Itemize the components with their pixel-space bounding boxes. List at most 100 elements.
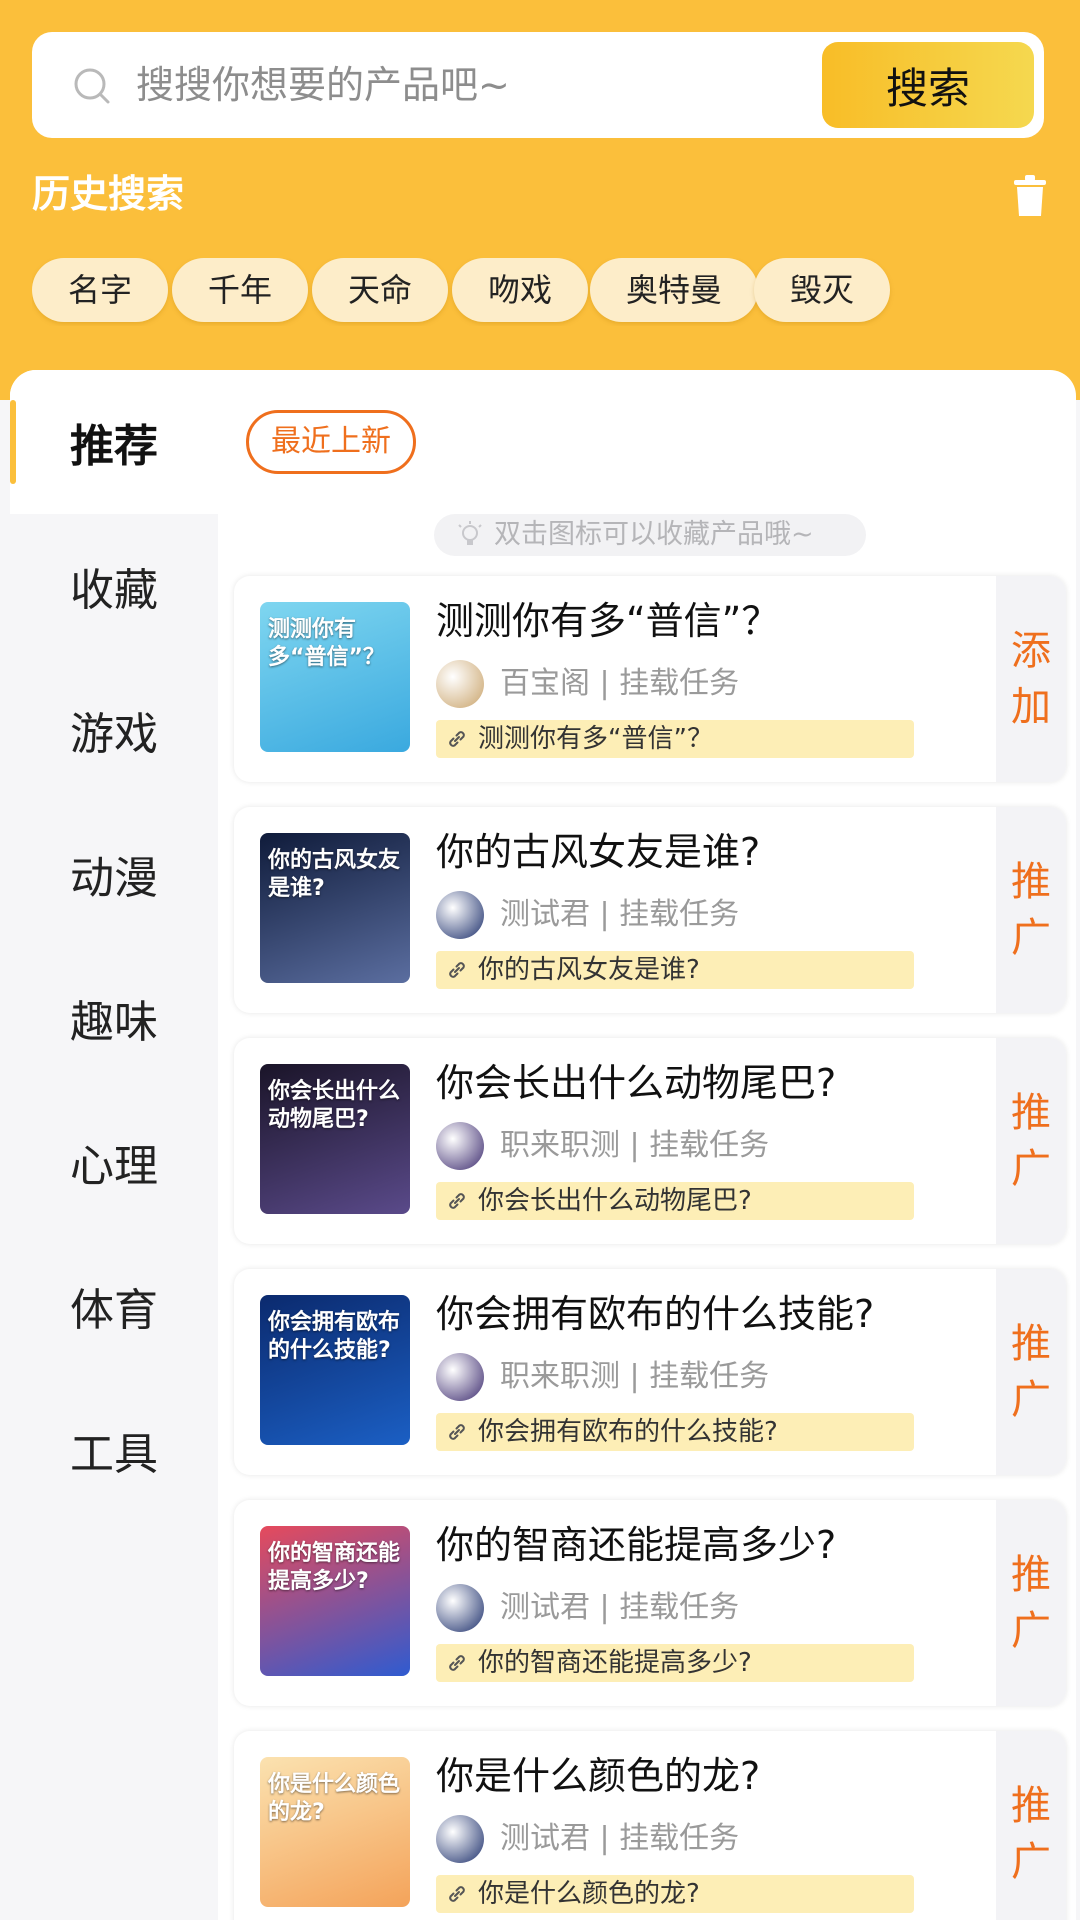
product-link[interactable]: 你的智商还能提高多少?	[436, 1644, 914, 1682]
search-bar[interactable]: 搜搜你想要的产品吧~ 搜索	[32, 32, 1044, 138]
thumbnail-caption: 你会拥有欧布的什么技能?	[268, 1310, 401, 1363]
promote-button[interactable]: 推广推广	[996, 1038, 1066, 1244]
link-icon	[449, 1193, 465, 1209]
product-title: 你会拥有欧布的什么技能?	[436, 1292, 875, 1336]
thumbnail-caption: 你的古风女友是谁?	[268, 848, 401, 901]
action-char: 推	[1011, 859, 1051, 905]
sidebar-item-label: 工具	[70, 1429, 158, 1480]
history-chip[interactable]: 千年	[172, 258, 309, 322]
link-text: 测测你有多“普信”？	[478, 724, 713, 754]
publisher-info: 测试君 | 挂载任务	[500, 1590, 740, 1625]
lightbulb-icon	[458, 521, 482, 545]
sidebar-item-label: 趣味	[70, 997, 158, 1048]
action-char: 推	[1011, 1783, 1051, 1829]
sidebar-item-tools[interactable]: 工具	[10, 1378, 218, 1522]
sidebar-item-psychology[interactable]: 心理	[10, 1090, 218, 1234]
product-thumbnail[interactable]: 你的古风女友是谁?	[260, 833, 410, 983]
publisher-avatar	[436, 1815, 484, 1863]
product-thumbnail[interactable]: 你会长出什么动物尾巴?	[260, 1064, 410, 1214]
publisher-info: 测试君 | 挂载任务	[500, 897, 740, 932]
search-button[interactable]: 搜索	[822, 42, 1034, 128]
action-char: 添	[1011, 628, 1051, 674]
product-link[interactable]: 你的古风女友是谁?	[436, 951, 914, 989]
sidebar-item-sports[interactable]: 体育	[10, 1234, 218, 1378]
category-sidebar: 推荐 收藏 游戏 动漫 趣味 心理 体育 工具	[10, 370, 218, 1920]
sidebar-item-label: 推荐	[70, 421, 158, 472]
action-char: 广	[1011, 1377, 1051, 1423]
sidebar-item-label: 动漫	[70, 853, 158, 904]
action-char: 广	[1011, 1146, 1051, 1192]
action-char: 广	[1011, 1608, 1051, 1654]
sidebar-item-label: 游戏	[70, 709, 158, 760]
sidebar-item-fun[interactable]: 趣味	[10, 946, 218, 1090]
sidebar-item-recommend[interactable]: 推荐	[10, 370, 218, 514]
link-text: 你的智商还能提高多少?	[478, 1648, 752, 1678]
history-chip[interactable]: 毁灭	[754, 258, 891, 322]
publisher-info: 职来职测 | 挂载任务	[500, 1128, 770, 1163]
link-text: 你是什么颜色的龙?	[478, 1879, 700, 1909]
hint-banner: 双击图标可以收藏产品哦~	[434, 514, 866, 556]
product-thumbnail[interactable]: 你的智商还能提高多少?	[260, 1526, 410, 1676]
history-chip[interactable]: 吻戏	[452, 258, 589, 322]
product-card[interactable]: 测测你有多“普信”？ 测测你有多“普信”？ 百宝阁 | 挂载任务 测测你有多“普信”？…	[234, 576, 1066, 782]
product-link[interactable]: 你会长出什么动物尾巴?	[436, 1182, 914, 1220]
link-icon	[449, 962, 465, 978]
action-char: 推	[1011, 1552, 1051, 1598]
publisher-avatar	[436, 660, 484, 708]
sidebar-item-label: 体育	[70, 1285, 158, 1336]
thumbnail-caption: 测测你有多“普信”？	[268, 617, 385, 670]
link-icon	[449, 731, 465, 747]
thumbnail-caption: 你会长出什么动物尾巴?	[268, 1079, 401, 1132]
link-text: 你的古风女友是谁?	[478, 955, 700, 985]
sidebar-item-favorites[interactable]: 收藏	[10, 514, 218, 658]
history-chip[interactable]: 天命	[312, 258, 449, 322]
action-char: 推	[1011, 1090, 1051, 1136]
product-link[interactable]: 你是什么颜色的龙?	[436, 1875, 914, 1913]
product-thumbnail[interactable]: 测测你有多“普信”？	[260, 602, 410, 752]
product-thumbnail[interactable]: 你是什么颜色的龙?	[260, 1757, 410, 1907]
product-title: 你是什么颜色的龙?	[436, 1754, 761, 1798]
product-thumbnail[interactable]: 你会拥有欧布的什么技能?	[260, 1295, 410, 1445]
hint-text: 双击图标可以收藏产品哦~	[494, 519, 814, 550]
product-card[interactable]: 你的智商还能提高多少? 你的智商还能提高多少? 测试君 | 挂载任务 你的智商还能提高…	[234, 1500, 1066, 1706]
publisher-info: 职来职测 | 挂载任务	[500, 1359, 770, 1394]
publisher-avatar	[436, 1353, 484, 1401]
promote-button[interactable]: 推广推广	[996, 1269, 1066, 1475]
action-char: 广	[1011, 915, 1051, 961]
sidebar-item-anime[interactable]: 动漫	[10, 802, 218, 946]
publisher-info: 百宝阁 | 挂载任务	[500, 666, 740, 701]
history-chip[interactable]: 奥特曼	[590, 258, 759, 322]
sidebar-item-games[interactable]: 游戏	[10, 658, 218, 802]
product-title: 你会长出什么动物尾巴?	[436, 1061, 837, 1105]
product-card[interactable]: 你会长出什么动物尾巴? 你会长出什么动物尾巴? 职来职测 | 挂载任务 你会长出什么动…	[234, 1038, 1066, 1244]
active-indicator	[10, 400, 16, 484]
product-card[interactable]: 你的古风女友是谁?你的古风女友是谁?测试君 | 挂载任务你的古风女友是谁?推广推…	[234, 807, 1066, 1013]
promote-button[interactable]: 推广推广	[996, 1500, 1066, 1706]
promote-button[interactable]: 推广推广	[996, 807, 1066, 1013]
product-card[interactable]: 你是什么颜色的龙?你是什么颜色的龙?测试君 | 挂载任务你是什么颜色的龙?推广推…	[234, 1731, 1066, 1920]
header: 搜搜你想要的产品吧~ 搜索 历史搜索 名字 千年 天命 吻戏 奥特曼 毁灭	[0, 0, 1080, 400]
action-char: 广	[1011, 1839, 1051, 1885]
product-link[interactable]: 测测你有多“普信”？	[436, 720, 914, 758]
content-area: 最近上新 双击图标可以收藏产品哦~ 测测你有多“普信”？ 测测你有多“普信”？ 百宝…	[218, 370, 1076, 1920]
publisher-info: 测试君 | 挂载任务	[500, 1821, 740, 1856]
publisher-avatar	[436, 1122, 484, 1170]
publisher-avatar	[436, 891, 484, 939]
history-chip[interactable]: 名字	[32, 258, 169, 322]
product-card[interactable]: 你会拥有欧布的什么技能? 你会拥有欧布的什么技能? 职来职测 | 挂载任务 你会拥有欧…	[234, 1269, 1066, 1475]
tab-recent[interactable]: 最近上新	[246, 410, 416, 474]
link-text: 你会长出什么动物尾巴?	[478, 1186, 752, 1216]
history-chips: 名字 千年 天命 吻戏 奥特曼 毁灭	[32, 258, 1050, 326]
add-button[interactable]: 添加添加	[996, 576, 1066, 782]
trash-icon[interactable]	[1012, 174, 1048, 218]
thumbnail-caption: 你是什么颜色的龙?	[268, 1772, 401, 1825]
publisher-avatar	[436, 1584, 484, 1632]
search-icon	[74, 68, 110, 104]
promote-button[interactable]: 推广推广	[996, 1731, 1066, 1920]
product-link[interactable]: 你会拥有欧布的什么技能?	[436, 1413, 914, 1451]
link-text: 你会拥有欧布的什么技能?	[478, 1417, 778, 1447]
link-icon	[449, 1424, 465, 1440]
search-input[interactable]: 搜搜你想要的产品吧~	[136, 62, 510, 108]
main-panel: 推荐 收藏 游戏 动漫 趣味 心理 体育 工具 最近上新 双击图标可以收藏产品哦…	[10, 370, 1076, 1920]
product-title: 你的智商还能提高多少?	[436, 1523, 837, 1567]
